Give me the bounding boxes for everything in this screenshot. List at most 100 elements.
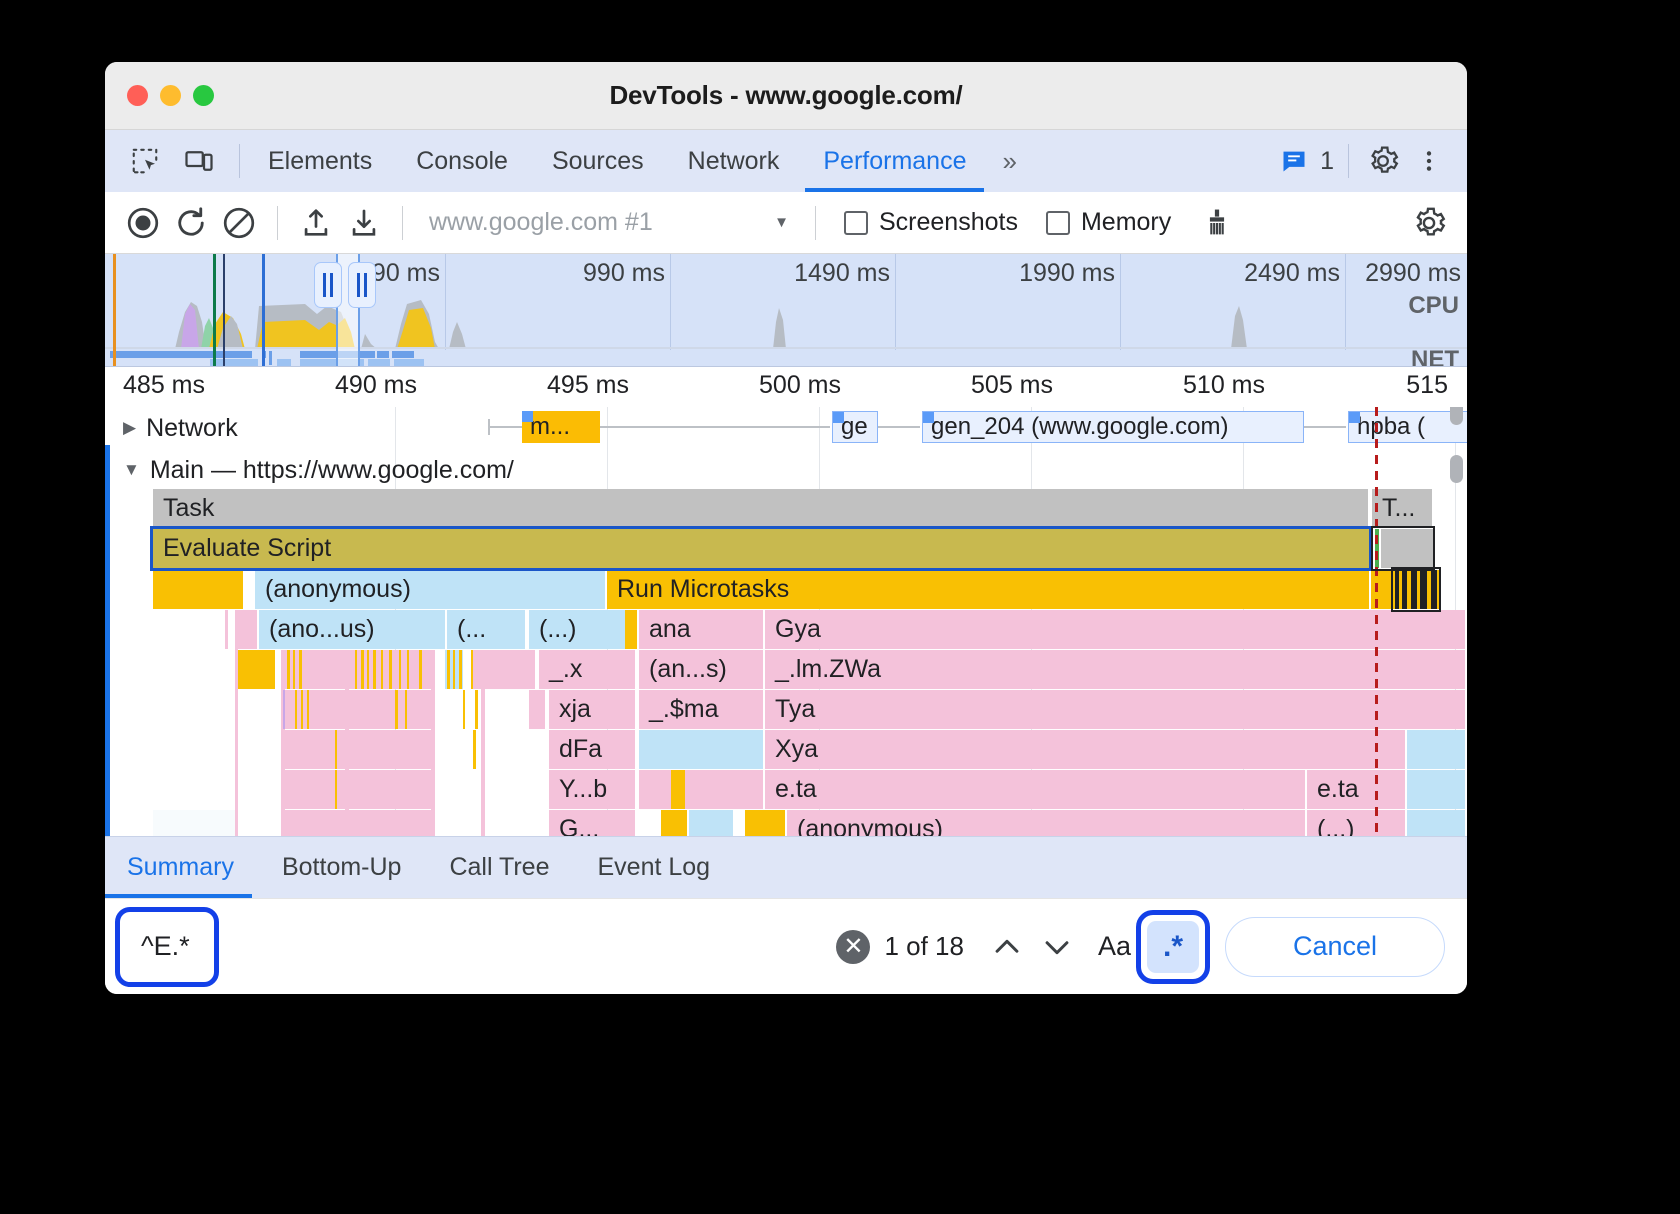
network-line bbox=[1304, 426, 1346, 428]
flame-bar[interactable] bbox=[1407, 770, 1465, 809]
performance-control-bar: www.google.com #1 ▼ Screenshots Memory bbox=[105, 192, 1467, 254]
session-name: www.google.com #1 bbox=[429, 208, 653, 237]
flame-bar[interactable] bbox=[153, 810, 237, 836]
session-selector[interactable]: www.google.com #1 ▼ bbox=[419, 208, 799, 237]
tab-event-log[interactable]: Event Log bbox=[574, 837, 735, 898]
flame-chart-area[interactable]: 485 ms 490 ms 495 ms 500 ms 505 ms 510 m… bbox=[105, 367, 1467, 836]
window-title: DevTools - www.google.com/ bbox=[105, 80, 1467, 111]
overview-left-handle[interactable] bbox=[314, 262, 342, 308]
overview-tick: 1990 ms bbox=[1019, 259, 1115, 288]
collect-garbage-icon[interactable] bbox=[1195, 201, 1239, 245]
issues-icon[interactable] bbox=[1274, 141, 1314, 181]
screenshots-checkbox[interactable]: Screenshots bbox=[832, 208, 1030, 237]
toolbar-divider-2 bbox=[1348, 144, 1349, 178]
flame-tick: 495 ms bbox=[547, 371, 629, 400]
cpu-track-label: CPU bbox=[1408, 292, 1459, 320]
search-match-count: 1 of 18 bbox=[884, 931, 964, 962]
flame-bar[interactable] bbox=[689, 810, 733, 836]
network-line bbox=[600, 426, 830, 428]
timing-marker-line bbox=[1375, 407, 1378, 836]
flame-bar[interactable] bbox=[745, 810, 785, 836]
search-previous-icon[interactable] bbox=[982, 922, 1032, 972]
flame-bar[interactable]: Run Microtasks bbox=[607, 570, 1369, 609]
tab-bottom-up[interactable]: Bottom-Up bbox=[258, 837, 425, 898]
network-event[interactable]: ge bbox=[832, 411, 878, 443]
flame-bar[interactable]: (an...s) bbox=[639, 650, 763, 689]
network-events-row: m... ge gen_204 (www.google.com) hpba ( bbox=[105, 407, 1467, 447]
flame-bar[interactable]: _.lm.ZWa bbox=[765, 650, 1465, 689]
devtools-tab-strip: Elements Console Sources Network Perform… bbox=[105, 130, 1467, 192]
tab-sources[interactable]: Sources bbox=[530, 130, 666, 192]
flame-bar[interactable] bbox=[639, 770, 763, 809]
checkbox-box bbox=[1046, 211, 1070, 235]
tab-console[interactable]: Console bbox=[394, 130, 530, 192]
flame-bar[interactable]: T... bbox=[1372, 489, 1432, 528]
flame-tick: 490 ms bbox=[335, 371, 417, 400]
flame-bar[interactable]: (anonymous) bbox=[255, 570, 605, 609]
timeline-overview[interactable]: 490 ms 990 ms 1490 ms 1990 ms 2490 ms 29… bbox=[105, 254, 1467, 367]
flame-bar[interactable]: e.ta bbox=[765, 770, 1305, 809]
search-next-icon[interactable] bbox=[1032, 922, 1082, 972]
memory-label: Memory bbox=[1081, 208, 1171, 237]
flame-bar[interactable]: (anonymous) bbox=[787, 810, 1305, 836]
flame-bar[interactable] bbox=[1407, 810, 1465, 836]
flame-bar[interactable] bbox=[661, 810, 687, 836]
flame-tick: 515 bbox=[1406, 371, 1448, 400]
flame-bar[interactable] bbox=[639, 730, 763, 769]
settings-gear-icon[interactable] bbox=[1363, 141, 1403, 181]
cancel-button[interactable]: Cancel bbox=[1225, 917, 1445, 977]
flame-tick: 485 ms bbox=[123, 371, 205, 400]
tab-summary[interactable]: Summary bbox=[105, 837, 258, 898]
checkbox-box bbox=[844, 211, 868, 235]
flame-bar[interactable]: Tya bbox=[765, 690, 1465, 729]
tab-call-tree[interactable]: Call Tree bbox=[425, 837, 573, 898]
main-tabs: Elements Console Sources Network Perform… bbox=[246, 130, 988, 192]
flame-bar[interactable]: ana bbox=[639, 610, 763, 649]
screenshots-label: Screenshots bbox=[879, 208, 1018, 237]
flame-bar-stripe bbox=[1407, 570, 1411, 609]
memory-checkbox[interactable]: Memory bbox=[1034, 208, 1183, 237]
track-selection-indicator bbox=[105, 445, 110, 836]
flame-bar[interactable]: _.$ma bbox=[639, 690, 763, 729]
flame-bar[interactable]: (...) bbox=[1307, 810, 1405, 836]
tab-network[interactable]: Network bbox=[666, 130, 802, 192]
match-case-button[interactable]: Aa bbox=[1082, 931, 1147, 962]
chevron-down-icon: ▼ bbox=[774, 214, 789, 231]
save-profile-icon[interactable] bbox=[342, 201, 386, 245]
flame-bar[interactable]: e.ta bbox=[1307, 770, 1405, 809]
devtools-window: DevTools - www.google.com/ Elements Cons… bbox=[105, 62, 1467, 994]
flame-bar-selected[interactable]: Evaluate Script bbox=[153, 529, 1369, 568]
flame-dense-microbars bbox=[235, 610, 635, 836]
flame-bar[interactable] bbox=[1407, 730, 1465, 769]
overview-right-handle[interactable] bbox=[348, 262, 376, 308]
device-toolbar-icon[interactable] bbox=[179, 141, 219, 181]
more-options-icon[interactable] bbox=[1409, 141, 1449, 181]
tab-elements[interactable]: Elements bbox=[246, 130, 394, 192]
vertical-scrollbar-thumb[interactable] bbox=[1450, 455, 1463, 483]
load-profile-icon[interactable] bbox=[294, 201, 338, 245]
flame-bar[interactable]: Xya bbox=[765, 730, 1405, 769]
more-tabs-icon[interactable]: » bbox=[988, 130, 1030, 192]
net-activity-graph bbox=[105, 350, 1467, 367]
search-input[interactable] bbox=[127, 919, 836, 975]
overview-event-marker bbox=[113, 254, 116, 366]
track-header-main[interactable]: ▼ Main — https://www.google.com/ bbox=[105, 449, 1467, 491]
inspect-element-icon[interactable] bbox=[125, 141, 165, 181]
network-event[interactable]: m... bbox=[522, 411, 600, 443]
regex-toggle-button[interactable]: .* bbox=[1147, 921, 1199, 973]
reload-and-record-icon[interactable] bbox=[169, 201, 213, 245]
tab-performance[interactable]: Performance bbox=[801, 130, 988, 192]
network-event[interactable]: gen_204 (www.google.com) bbox=[922, 411, 1304, 443]
clear-icon[interactable] bbox=[217, 201, 261, 245]
flame-bar[interactable]: Gya bbox=[765, 610, 1465, 649]
overview-tick: 990 ms bbox=[583, 259, 665, 288]
flame-bar[interactable] bbox=[1381, 529, 1433, 568]
flame-bar[interactable] bbox=[153, 570, 243, 609]
clear-search-icon[interactable]: ✕ bbox=[836, 930, 870, 964]
flame-bar[interactable]: Task bbox=[153, 489, 1368, 528]
overview-event-marker bbox=[213, 254, 216, 366]
search-field-wrapper: ✕ 1 of 18 Aa .* bbox=[127, 919, 1199, 975]
flame-tick: 500 ms bbox=[759, 371, 841, 400]
capture-settings-icon[interactable] bbox=[1407, 201, 1451, 245]
record-icon[interactable] bbox=[121, 201, 165, 245]
